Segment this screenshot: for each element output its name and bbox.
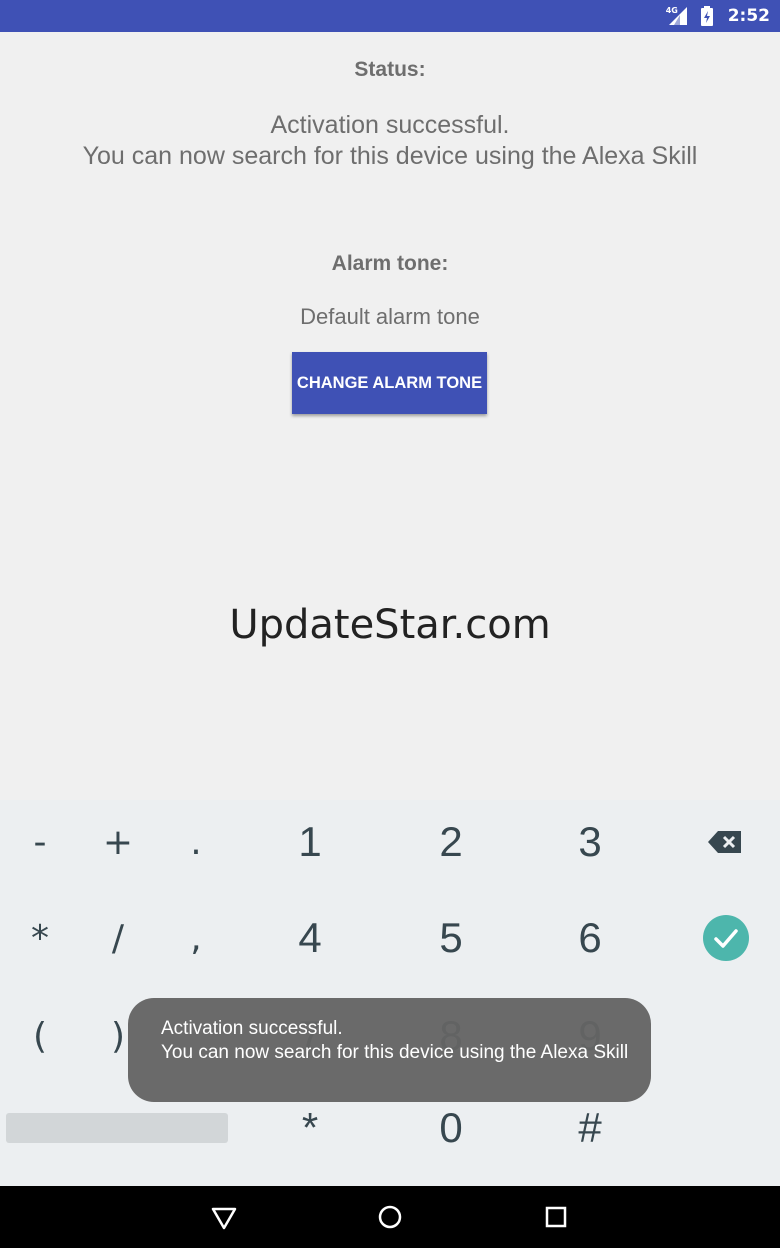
key-asterisk[interactable]: * — [10, 908, 70, 968]
key-hash[interactable]: # — [550, 1098, 630, 1158]
status-bar: 4G 2:52 — [0, 0, 780, 32]
backspace-icon[interactable] — [700, 822, 750, 862]
watermark: UpdateStar.com — [229, 602, 551, 648]
status-label: Status: — [354, 58, 426, 81]
key-6[interactable]: 6 — [550, 908, 630, 968]
key-5[interactable]: 5 — [411, 908, 491, 968]
key-open-paren[interactable]: ( — [10, 1006, 70, 1066]
toast-message: Activation successful. You can now searc… — [128, 998, 651, 1102]
key-3[interactable]: 3 — [550, 812, 630, 872]
network-type: 4G — [665, 6, 678, 15]
space-key[interactable] — [6, 1113, 228, 1143]
numeric-keyboard: - + . 1 2 3 * / , 4 5 6 ( ) 7 8 9 * 0 # — [0, 800, 780, 1186]
main-content: Status: Activation successful. You can n… — [0, 32, 780, 800]
alarm-tone-label: Alarm tone: — [331, 252, 449, 275]
status-message-line2: You can now search for this device using… — [82, 142, 698, 170]
back-icon[interactable] — [209, 1202, 239, 1232]
toast-line2: You can now search for this device using… — [161, 1042, 629, 1063]
home-icon[interactable] — [375, 1202, 405, 1232]
clock: 2:52 — [727, 6, 770, 26]
signal-icon: 4G — [666, 6, 688, 26]
key-comma[interactable]: , — [166, 908, 226, 968]
key-period[interactable]: . — [166, 812, 226, 872]
navigation-bar — [0, 1186, 780, 1248]
status-message-line1: Activation successful. — [270, 111, 510, 139]
change-alarm-tone-button[interactable]: CHANGE ALARM TONE — [292, 352, 487, 414]
key-4[interactable]: 4 — [270, 908, 350, 968]
key-slash[interactable]: / — [88, 908, 148, 968]
battery-charging-icon — [700, 6, 713, 26]
key-2[interactable]: 2 — [411, 812, 491, 872]
alarm-tone-value: Default alarm tone — [300, 304, 480, 329]
key-star[interactable]: * — [270, 1098, 350, 1158]
key-minus[interactable]: - — [10, 812, 70, 872]
key-1[interactable]: 1 — [270, 812, 350, 872]
key-0[interactable]: 0 — [411, 1098, 491, 1158]
toast-line1: Activation successful. — [161, 1018, 343, 1039]
status-message: Activation successful. You can now searc… — [0, 110, 780, 172]
recents-icon[interactable] — [541, 1202, 571, 1232]
done-check-icon[interactable] — [700, 914, 752, 962]
key-plus[interactable]: + — [88, 812, 148, 872]
